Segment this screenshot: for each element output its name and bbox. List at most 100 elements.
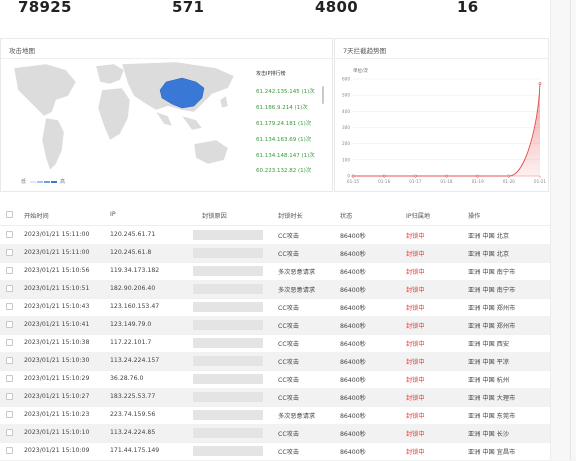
trend-point[interactable]: [351, 174, 355, 178]
cell-block-status: 封锁中: [406, 395, 425, 402]
th-action[interactable]: 操作: [468, 211, 480, 220]
cell-block-status: 封锁中: [406, 305, 425, 312]
world-map[interactable]: [6, 60, 246, 178]
row-checkbox[interactable]: [6, 285, 13, 292]
y-tick-label: 500: [342, 93, 350, 98]
row-checkbox[interactable]: [6, 357, 13, 364]
cell-start-time: 2023/01/21 15:10:09: [24, 447, 90, 454]
table-row[interactable]: 2023/01/21 15:11:00 120.245.61.71 CC攻击 8640…: [0, 226, 550, 245]
ip-rank-item[interactable]: 61.242.135.145 (1)次: [256, 87, 315, 95]
table-row[interactable]: 2023/01/21 15:10:30 113.24.224.157 CC攻击 864…: [0, 352, 550, 371]
ip-rank-item[interactable]: 61.134.148.147 (1)次: [256, 151, 315, 159]
trend-point[interactable]: [476, 174, 480, 178]
cell-start-time: 2023/01/21 15:10:27: [24, 393, 90, 400]
cell-start-time: 2023/01/21 15:10:23: [24, 411, 90, 418]
cell-start-time: 2023/01/21 15:10:30: [24, 357, 90, 364]
ip-rank-item[interactable]: 61.179.24.181 (1)次: [256, 119, 311, 127]
x-tick-label: 01-19: [472, 179, 485, 184]
x-tick-label: 01-18: [440, 179, 453, 184]
cell-duration-type: CC攻击: [278, 395, 300, 402]
stat-total-blocks: 78925: [18, 0, 72, 16]
cell-location: 亚洲 中国 北京: [468, 251, 510, 258]
row-checkbox[interactable]: [6, 267, 13, 274]
cell-duration-type: CC攻击: [278, 233, 300, 240]
table-row[interactable]: 2023/01/21 15:10:56 119.34.173.182 多次恶意请求 8…: [0, 262, 550, 281]
th-reason[interactable]: 封锁原因: [202, 211, 227, 220]
row-checkbox[interactable]: [6, 321, 13, 328]
cell-status-duration: 86400秒: [340, 341, 366, 348]
map-legend-scale: [30, 181, 57, 183]
redacted-reason: [193, 266, 263, 276]
cell-status-duration: 86400秒: [340, 323, 366, 330]
trend-line: [353, 83, 541, 177]
row-checkbox[interactable]: [6, 447, 13, 454]
rank-scrollbar[interactable]: [322, 86, 324, 104]
cell-duration-type: CC攻击: [278, 359, 300, 366]
cell-start-time: 2023/01/21 15:10:41: [24, 321, 90, 328]
cell-start-time: 2023/01/21 15:11:00: [24, 231, 90, 238]
trend-point[interactable]: [382, 174, 386, 178]
cell-ip: 36.28.76.0: [110, 375, 144, 382]
th-duration[interactable]: 封锁时长: [278, 211, 303, 220]
ip-rank-item[interactable]: 60.223.132.82 (1)次: [256, 166, 311, 174]
th-status[interactable]: 状态: [340, 211, 352, 220]
table-row[interactable]: 2023/01/21 15:10:41 123.149.79.0 CC攻击 86400…: [0, 316, 550, 335]
table-header: 开始时间 IP 封锁原因 封锁时长 状态 IP归属地 操作: [0, 205, 550, 226]
redacted-reason: [193, 446, 263, 456]
th-location[interactable]: IP归属地: [406, 211, 430, 220]
cell-start-time: 2023/01/21 15:11:00: [24, 249, 90, 256]
table-row[interactable]: 2023/01/21 15:10:38 117.22.101.7 CC攻击 86400…: [0, 334, 550, 353]
cell-duration-type: CC攻击: [278, 251, 300, 258]
cell-block-status: 封锁中: [406, 341, 425, 348]
cell-location: 亚洲 中国 南宁市: [468, 287, 516, 294]
cell-ip: 117.22.101.7: [110, 339, 152, 346]
row-checkbox[interactable]: [6, 231, 13, 238]
ip-rank-item[interactable]: 61.186.9.214 (1)次: [256, 103, 308, 111]
cell-block-status: 封锁中: [406, 233, 425, 240]
redacted-reason: [193, 284, 263, 294]
row-checkbox[interactable]: [6, 393, 13, 400]
table-row[interactable]: 2023/01/21 15:10:29 36.28.76.0 CC攻击 86400秒 封…: [0, 370, 550, 389]
table-row[interactable]: 2023/01/21 15:10:10 113.24.224.85 CC攻击 8640…: [0, 424, 550, 443]
table-row[interactable]: 2023/01/21 15:10:09 171.44.175.149 CC攻击 864…: [0, 442, 550, 461]
trend-chart[interactable]: 单位/次 0 100 200 300 400 500 600 01-15 01-16 01-17 01…: [335, 39, 548, 191]
cell-ip: 123.149.79.0: [110, 321, 152, 328]
table-row[interactable]: 2023/01/21 15:10:43 123.160.153.47 CC攻击 864…: [0, 298, 550, 317]
select-all-checkbox[interactable]: [6, 211, 13, 218]
redacted-reason: [193, 230, 263, 240]
cell-location: 亚洲 中国 北京: [468, 233, 510, 240]
cell-ip: 119.34.173.182: [110, 267, 160, 274]
table-row[interactable]: 2023/01/21 15:10:23 223.74.159.56 多次恶意请求 86…: [0, 406, 550, 425]
cell-block-status: 封锁中: [406, 431, 425, 438]
table-row[interactable]: 2023/01/21 15:11:00 120.245.61.8 CC攻击 86400…: [0, 244, 550, 263]
right-scroll-gutter: [550, 0, 576, 460]
redacted-reason: [193, 302, 263, 312]
cell-location: 亚洲 中国 大理市: [468, 395, 516, 402]
trend-point[interactable]: [445, 174, 448, 178]
table-row[interactable]: 2023/01/21 15:10:51 182.90.206.40 多次恶意请求 86…: [0, 280, 550, 299]
row-checkbox[interactable]: [6, 411, 13, 418]
cell-ip: 123.160.153.47: [110, 303, 160, 310]
cell-block-status: 封锁中: [406, 359, 425, 366]
table-row[interactable]: 2023/01/21 15:10:27 183.225.53.77 CC攻击 8640…: [0, 388, 550, 407]
row-checkbox[interactable]: [6, 303, 13, 310]
cell-block-status: 封锁中: [406, 269, 425, 276]
cell-location: 亚洲 中国 西安: [468, 341, 510, 348]
row-checkbox[interactable]: [6, 429, 13, 436]
cell-block-status: 封锁中: [406, 413, 425, 420]
th-ip[interactable]: IP: [110, 211, 116, 218]
trend-point[interactable]: [413, 174, 417, 178]
th-start-time[interactable]: 开始时间: [24, 211, 49, 220]
row-checkbox[interactable]: [6, 375, 13, 382]
redacted-reason: [193, 320, 263, 330]
trend-point[interactable]: [507, 174, 511, 178]
row-checkbox[interactable]: [6, 249, 13, 256]
row-checkbox[interactable]: [6, 339, 13, 346]
trend-point[interactable]: [538, 82, 542, 86]
cell-location: 亚洲 中国 杭州: [468, 377, 510, 384]
cell-duration-type: 多次恶意请求: [278, 413, 316, 420]
stat-rules: 16: [457, 0, 479, 16]
cell-ip: 113.24.224.85: [110, 429, 156, 436]
ip-rank-item[interactable]: 61.134.163.69 (1)次: [256, 135, 311, 143]
cell-ip: 113.24.224.157: [110, 357, 160, 364]
